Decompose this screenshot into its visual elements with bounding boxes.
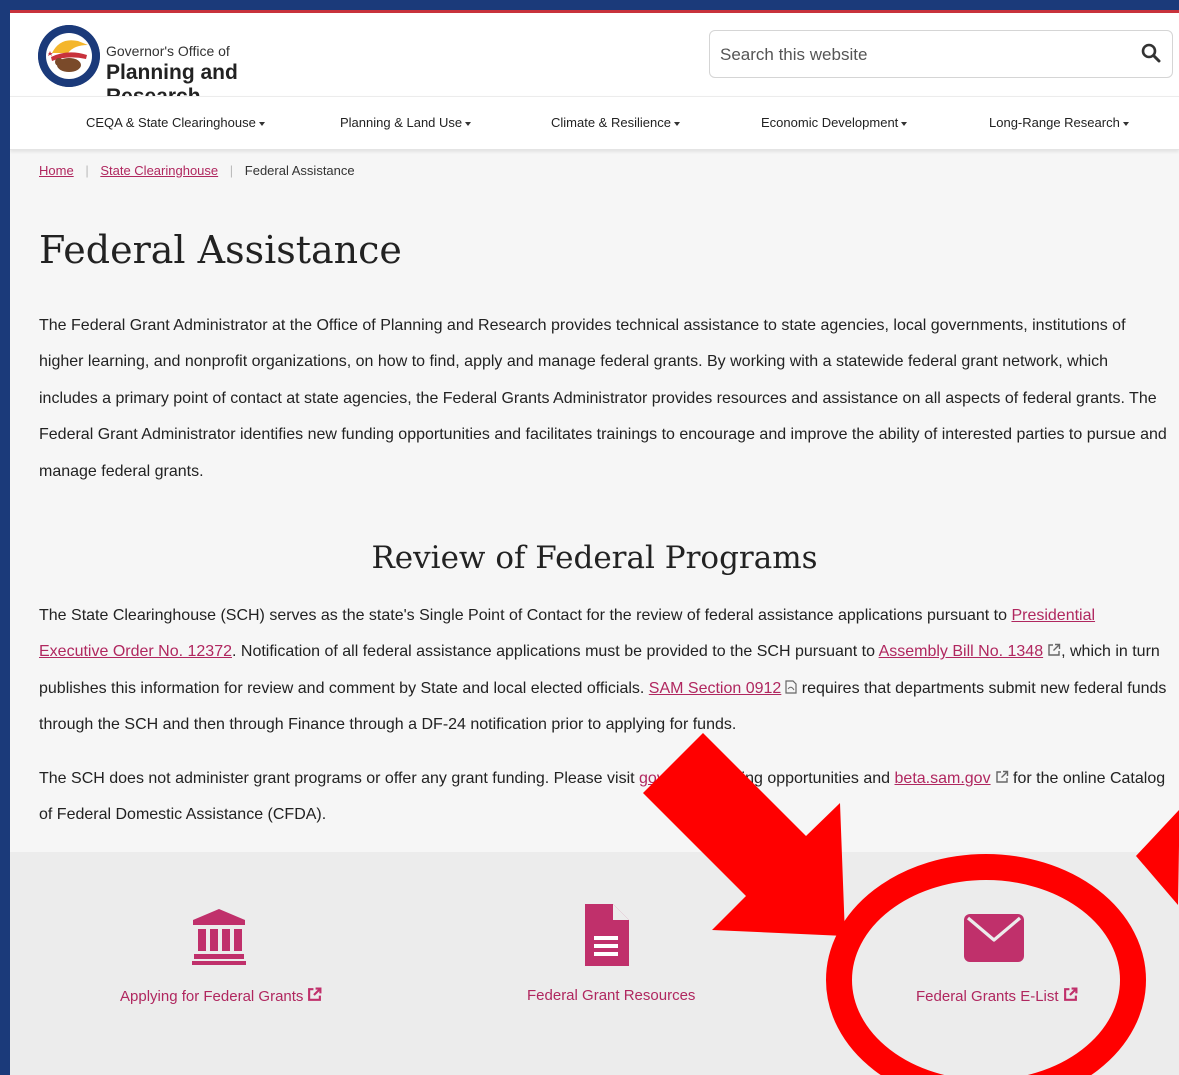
nav-item-label: Long-Range Research <box>989 115 1120 130</box>
breadcrumb-separator: | <box>85 163 89 178</box>
assembly-bill-link[interactable]: Assembly Bill No. 1348 <box>879 643 1044 660</box>
text-run: . Notification of all federal assistance… <box>232 643 879 661</box>
applying-federal-grants-link[interactable]: Applying for Federal Grants <box>120 987 322 1005</box>
nav-item-label: Climate & Resilience <box>551 115 671 130</box>
search-box <box>709 30 1173 78</box>
text-run: for funding opportunities and <box>682 770 895 787</box>
search-button[interactable] <box>1136 39 1166 69</box>
main-nav: CEQA & State Clearinghouse Planning & La… <box>10 96 1179 150</box>
nav-item-label: Planning & Land Use <box>340 115 463 130</box>
search-input[interactable] <box>718 41 1122 69</box>
nav-item-planning[interactable]: Planning & Land Use <box>340 115 472 130</box>
logo-subtitle: Governor's Office of <box>106 43 230 59</box>
federal-grant-resources-link[interactable]: Federal Grant Resources <box>527 987 695 1004</box>
external-link-icon <box>670 770 683 783</box>
seal-icon <box>38 25 100 87</box>
site-logo[interactable]: Governor's Office of Planning and Resear… <box>38 21 338 108</box>
card-label: Applying for Federal Grants <box>120 988 304 1005</box>
nav-item-research[interactable]: Long-Range Research <box>989 115 1129 130</box>
browser-page: Governor's Office of Planning and Resear… <box>10 10 1179 1075</box>
section-title: Review of Federal Programs <box>371 540 818 576</box>
external-link-icon <box>1063 987 1078 1001</box>
breadcrumb-separator: | <box>229 163 234 178</box>
federal-grants-elist-link[interactable]: Federal Grants E-List <box>916 987 1078 1005</box>
bank-icon[interactable] <box>191 908 247 966</box>
breadcrumb-state-clearinghouse[interactable]: State Clearinghouse <box>100 163 218 178</box>
text-run: The State Clearinghouse (SCH) serves as … <box>39 607 1012 624</box>
external-link-icon <box>1048 644 1061 657</box>
sam-section-link[interactable]: SAM Section 0912 <box>649 680 782 697</box>
caret-down-icon <box>901 121 908 126</box>
nav-item-climate[interactable]: Climate & Resilience <box>551 115 680 130</box>
beta-sam-gov-link[interactable]: beta.sam.gov <box>895 770 991 787</box>
site-header: Governor's Office of Planning and Resear… <box>10 13 1179 108</box>
review-paragraph: The State Clearinghouse (SCH) serves as … <box>39 598 1167 744</box>
caret-down-icon <box>673 121 680 126</box>
breadcrumb: Home | State Clearinghouse | Federal Ass… <box>39 163 355 178</box>
card-label: Federal Grants E-List <box>916 988 1059 1005</box>
nav-item-label: Economic Development <box>761 115 899 130</box>
pdf-icon <box>785 680 797 694</box>
breadcrumb-home[interactable]: Home <box>39 163 74 178</box>
grants-gov-link[interactable]: gov <box>639 770 665 787</box>
nav-item-ceqa[interactable]: CEQA & State Clearinghouse <box>86 115 265 130</box>
envelope-icon[interactable] <box>964 914 1024 962</box>
document-icon[interactable] <box>583 902 631 968</box>
breadcrumb-current: Federal Assistance <box>244 163 355 178</box>
nav-item-label: CEQA & State Clearinghouse <box>86 115 256 130</box>
caret-down-icon <box>258 121 265 126</box>
card-label: Federal Grant Resources <box>527 987 696 1004</box>
nav-item-economic[interactable]: Economic Development <box>761 115 908 130</box>
page-title: Federal Assistance <box>39 228 402 272</box>
intro-paragraph: The Federal Grant Administrator at the O… <box>39 317 1167 480</box>
search-icon <box>1141 43 1161 62</box>
caret-down-icon <box>1122 121 1129 126</box>
caret-down-icon <box>465 121 472 126</box>
text-run: The SCH does not administer grant progra… <box>39 770 640 787</box>
external-link-icon <box>995 770 1008 783</box>
funding-paragraph: The SCH does not administer grant progra… <box>39 761 1167 834</box>
external-link-icon <box>308 987 322 1001</box>
